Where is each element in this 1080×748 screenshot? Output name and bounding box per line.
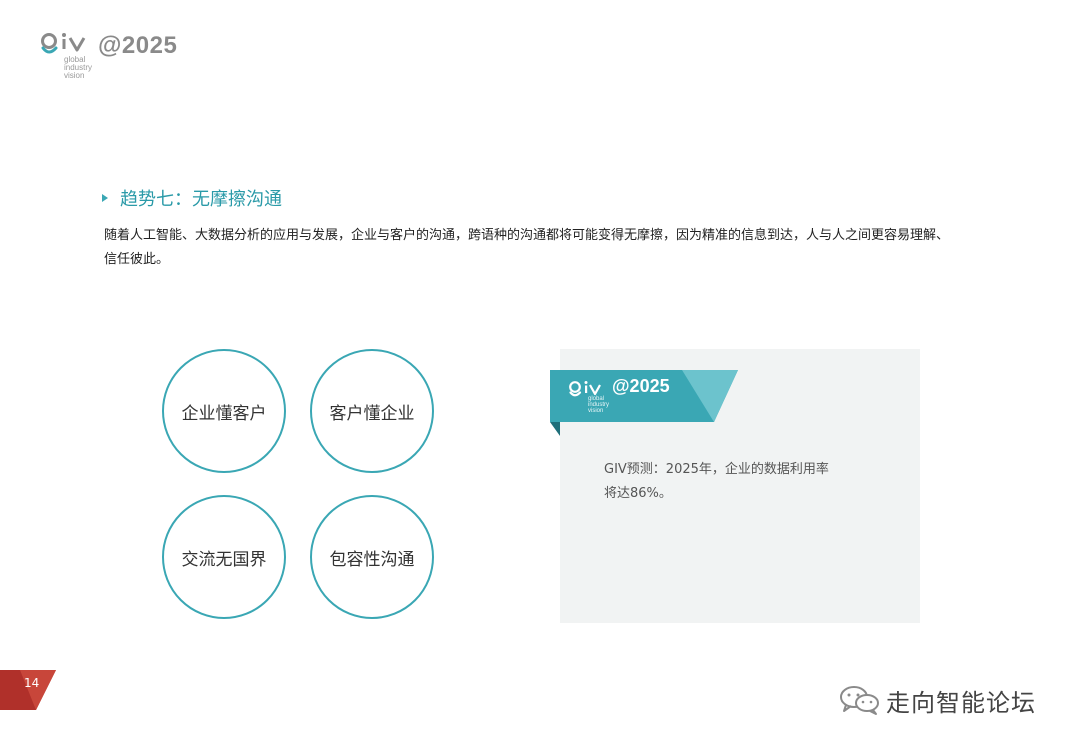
card-logo-subtitle-line: vision [588,408,604,414]
prediction-text-line: GIV预测：2025年，企业的数据利用率 [604,462,829,477]
section-paragraph: 随着人工智能、大数据分析的应用与发展，企业与客户的沟通，跨语种的沟通都将可能变得… [104,228,950,267]
triangle-bullet-icon [102,194,108,202]
logo-subtitle-line: vision [64,71,85,80]
prediction-text: GIV预测：2025年，企业的数据利用率 将达86%。 [604,458,874,506]
circle-item: 交流无国界 [162,495,286,619]
wechat-icon [840,686,879,715]
logo-subtitle: global industry vision [64,56,92,80]
circle-item: 包容性沟通 [310,495,434,619]
card-logo-year: @2025 [612,376,670,396]
card-logo-subtitle: global industry vision [588,396,609,414]
prediction-text-line: 将达86%。 [604,486,672,501]
watermark-text: 走向智能论坛 [886,689,1036,717]
giv-logo: @2025 global industry vision [40,30,200,90]
section-title: 趋势七：无摩擦沟通 [102,185,282,211]
page-number: 14 [24,676,40,690]
logo-year: @2025 [98,32,178,59]
circle-item: 企业懂客户 [162,349,286,473]
section-title-text: 趋势七：无摩擦沟通 [120,189,282,210]
circle-item: 客户懂企业 [310,349,434,473]
